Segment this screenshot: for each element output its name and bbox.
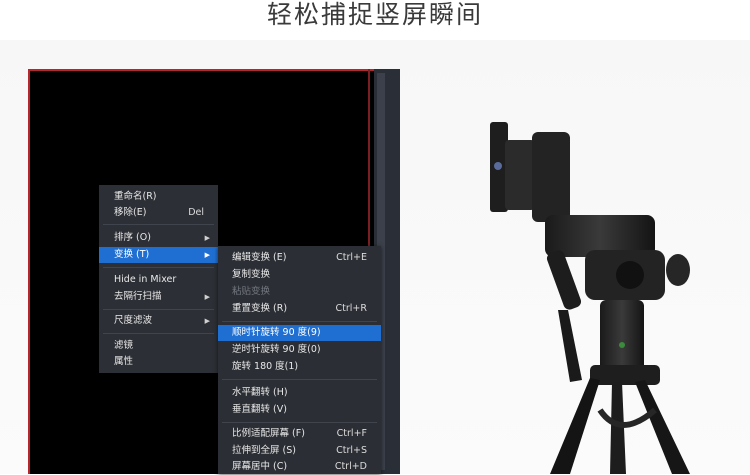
tilt-knob [666,254,690,286]
menu-item-reset-transform[interactable]: 重置变换 (R) Ctrl+R [218,301,381,317]
menu-item-deinterlace[interactable]: 去隔行扫描 ▶ [99,289,218,305]
menu-item-label: 编辑变换 (E) [232,252,287,263]
menu-item-properties[interactable]: 属性 [99,354,218,370]
menu-item-label: 重置变换 (R) [232,303,288,314]
menu-item-rotate-180[interactable]: 旋转 180 度(1) [218,359,381,375]
tripod-leg-right [635,380,690,474]
menu-item-shortcut: Ctrl+S [336,445,367,456]
menu-item-rotate-cw-90[interactable]: 顺时针旋转 90 度(9) [218,325,381,341]
pan-handle [546,250,582,310]
menu-item-label: 水平翻转 (H) [232,387,288,398]
page-title: 轻松捕捉竖屏瞬间 [266,0,483,29]
leg-hub [590,365,660,385]
menu-item-paste-transform: 粘贴变换 [218,284,381,300]
menu-item-edit-transform[interactable]: 编辑变换 (E) Ctrl+E [218,250,381,266]
menu-item-label: 变换 (T) [114,249,150,260]
menu-separator [103,309,214,310]
menu-item-label: Hide in Mixer [114,274,177,285]
chevron-right-icon: ▶ [204,234,210,242]
menu-item-flip-horizontal[interactable]: 水平翻转 (H) [218,385,381,401]
menu-separator [222,422,377,423]
menu-item-label: 属性 [114,356,134,367]
grip-handle [558,310,582,382]
menu-item-label: 粘贴变换 [232,286,271,297]
menu-separator [222,379,377,380]
menu-item-stretch-to-screen[interactable]: 拉伸到全屏 (S) Ctrl+S [218,443,381,459]
chevron-right-icon: ▶ [204,293,210,301]
menu-separator [222,321,377,322]
menu-separator [103,267,214,268]
mount-body [532,132,570,222]
menu-item-label: 滤镜 [114,340,134,351]
menu-item-label: 比例适配屏幕 (F) [232,428,305,439]
chevron-right-icon: ▶ [204,251,210,259]
tripod-leg-center [610,382,626,474]
menu-item-order[interactable]: 排序 (O) ▶ [99,230,218,246]
tripod-product-image [490,122,690,474]
menu-item-shortcut: Ctrl+F [336,428,367,439]
menu-item-remove[interactable]: 移除(E) Del [99,205,218,221]
menu-item-shortcut: Ctrl+R [335,303,367,314]
head-lock-icon [616,261,644,289]
transform-submenu: 编辑变换 (E) Ctrl+E 复制变换 粘贴变换 重置变换 (R) Ctrl+… [218,246,381,474]
tripod-leg-left [550,378,600,474]
menu-item-label: 去隔行扫描 [114,291,162,302]
menu-item-filters[interactable]: 滤镜 [99,338,218,354]
menu-item-flip-vertical[interactable]: 垂直翻转 (V) [218,402,381,418]
menu-item-label: 顺时针旋转 90 度(9) [232,327,321,338]
mount-clamp [505,140,535,210]
menu-item-label: 拉伸到全屏 (S) [232,445,296,456]
menu-item-label: 垂直翻转 (V) [232,404,287,415]
menu-item-shortcut: Del [188,207,204,218]
menu-item-shortcut: Ctrl+E [336,252,367,263]
menu-item-rotate-ccw-90[interactable]: 逆时针旋转 90 度(0) [218,342,381,358]
menu-item-shortcut: Ctrl+D [334,461,367,472]
menu-separator [103,224,214,225]
menu-item-copy-transform[interactable]: 复制变换 [218,267,381,283]
leg-brace [597,407,657,428]
level-bubble-icon [619,342,625,348]
menu-item-hide-in-mixer[interactable]: Hide in Mixer [99,272,218,288]
mount-knob-icon [494,162,502,170]
menu-item-center-to-screen[interactable]: 屏幕居中 (C) Ctrl+D [218,459,381,475]
menu-item-label: 复制变换 [232,269,271,280]
source-context-menu: 重命名(R) 移除(E) Del 排序 (O) ▶ 变换 (T) ▶ Hide … [99,185,218,373]
chevron-right-icon: ▶ [204,317,210,325]
menu-item-label: 屏幕居中 (C) [232,461,288,472]
menu-item-label: 旋转 180 度(1) [232,361,299,372]
menu-item-label: 重命名(R) [114,191,157,202]
menu-item-scale-filter[interactable]: 尺度滤波 ▶ [99,313,218,329]
menu-item-rename[interactable]: 重命名(R) [99,189,218,205]
menu-separator [103,333,214,334]
menu-item-label: 移除(E) [114,207,147,218]
menu-item-label: 尺度滤波 [114,315,153,326]
menu-item-fit-to-screen[interactable]: 比例适配屏幕 (F) Ctrl+F [218,426,381,442]
menu-item-transform[interactable]: 变换 (T) ▶ [99,247,218,263]
menu-item-label: 逆时针旋转 90 度(0) [232,344,321,355]
menu-item-label: 排序 (O) [114,232,151,243]
